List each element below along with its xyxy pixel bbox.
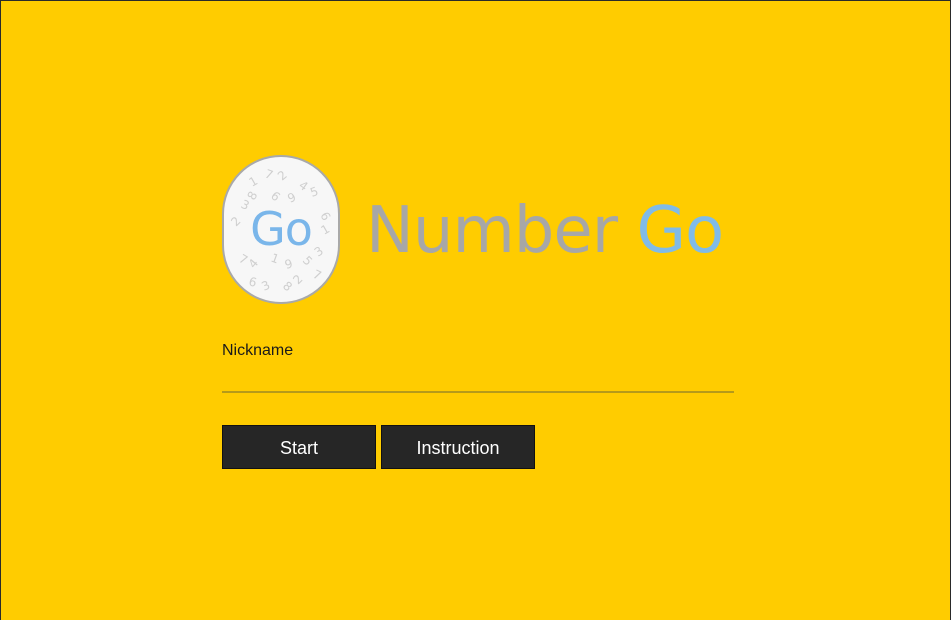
svg-text:4: 4 — [246, 256, 262, 271]
svg-text:6: 6 — [247, 274, 258, 290]
logo-badge: 1 7 2 4 5 3 8 6 9 6 2 1 7 4 1 9 5 3 6 3 — [222, 155, 340, 304]
app-title-word-go: Go — [636, 194, 724, 268]
svg-text:5: 5 — [308, 184, 320, 200]
svg-text:7: 7 — [263, 167, 275, 183]
app-title-word-number: Number — [366, 194, 618, 268]
svg-text:7: 7 — [311, 267, 324, 283]
nickname-label: Nickname — [222, 342, 294, 359]
app-window: 1 7 2 4 5 3 8 6 9 6 2 1 7 4 1 9 5 3 6 3 — [0, 0, 951, 620]
logo-badge-text: Go — [250, 202, 313, 256]
svg-text:3: 3 — [259, 278, 272, 294]
instruction-button[interactable]: Instruction — [381, 425, 535, 469]
app-title: Number Go — [366, 191, 724, 271]
svg-text:1: 1 — [247, 174, 261, 190]
svg-text:9: 9 — [283, 256, 294, 272]
start-button[interactable]: Start — [222, 425, 376, 469]
nickname-input[interactable] — [222, 363, 734, 393]
svg-text:2: 2 — [275, 168, 290, 184]
